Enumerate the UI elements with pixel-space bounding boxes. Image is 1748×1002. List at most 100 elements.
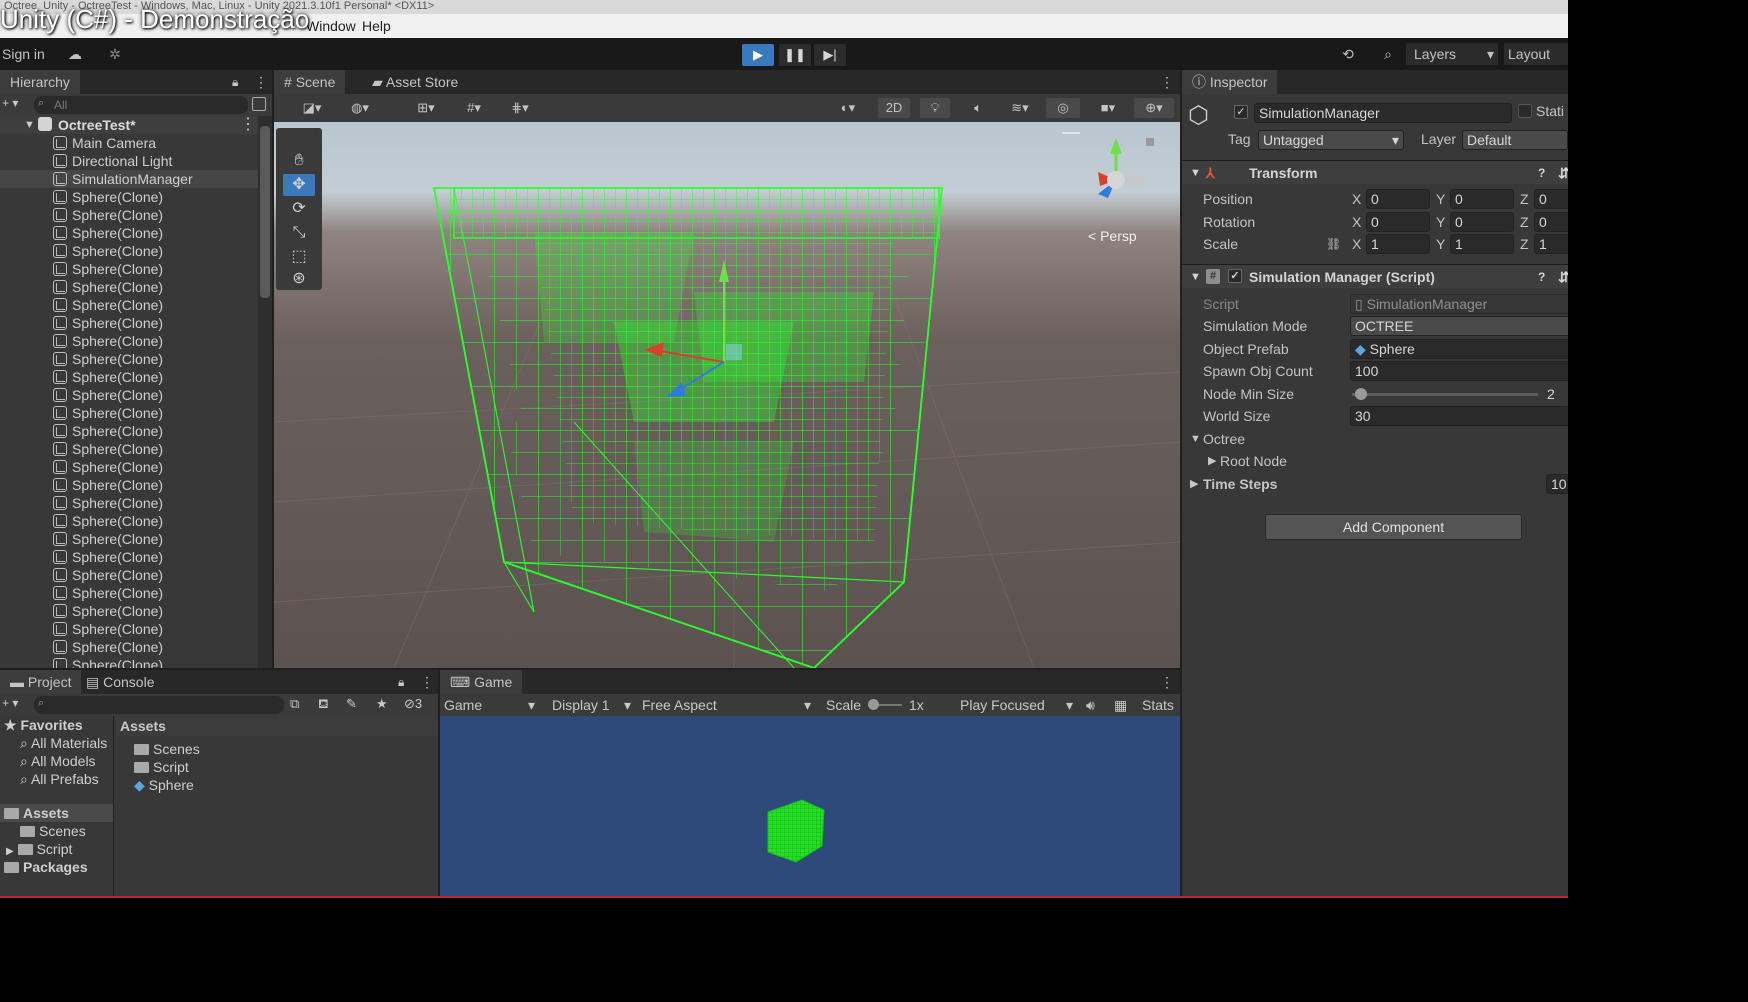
persp-label[interactable]: < Persp bbox=[1088, 228, 1137, 244]
asset-scenes[interactable]: Scenes bbox=[134, 740, 200, 758]
tab-inspector[interactable]: ⓘ Inspector bbox=[1182, 70, 1278, 94]
world-size-input[interactable]: 30 bbox=[1350, 406, 1568, 426]
expand-arrow-icon[interactable]: ▶ bbox=[1208, 450, 1216, 472]
hierarchy-item[interactable]: Sphere(Clone) bbox=[0, 476, 258, 494]
hierarchy-item[interactable]: Sphere(Clone) bbox=[0, 458, 258, 476]
hierarchy-item[interactable]: SimulationManager bbox=[0, 170, 258, 188]
hierarchy-item[interactable]: Sphere(Clone) bbox=[0, 386, 258, 404]
rect-tool-icon[interactable]: ⬚ bbox=[283, 246, 315, 268]
fold-arrow-icon[interactable]: ▼ bbox=[1190, 428, 1201, 450]
hierarchy-item[interactable]: Sphere(Clone) bbox=[0, 638, 258, 656]
draw-mode-icon[interactable]: ◪▾ bbox=[294, 98, 330, 118]
add-dropdown[interactable]: + ▾ bbox=[2, 696, 18, 710]
star-icon[interactable]: ★ bbox=[376, 696, 388, 712]
toggle-2d-button[interactable]: 2D bbox=[878, 98, 910, 118]
cloud-icon[interactable]: ☁ bbox=[62, 43, 88, 65]
expand-arrow-icon[interactable]: ▼ bbox=[24, 116, 35, 134]
object-name-input[interactable]: SimulationManager bbox=[1254, 103, 1512, 123]
hierarchy-item[interactable]: Directional Light bbox=[0, 152, 258, 170]
kebab-menu-icon[interactable]: ⋮ bbox=[420, 670, 434, 694]
tab-project[interactable]: ▬ Project bbox=[0, 670, 82, 694]
game-viewport[interactable] bbox=[440, 716, 1180, 898]
hierarchy-item[interactable]: Sphere(Clone) bbox=[0, 530, 258, 548]
hierarchy-item[interactable]: Sphere(Clone) bbox=[0, 278, 258, 296]
orientation-gizmo[interactable]: < Persp bbox=[1074, 132, 1164, 244]
asset-sphere[interactable]: ◆ Sphere bbox=[134, 776, 194, 794]
tab-hierarchy[interactable]: Hierarchy bbox=[0, 70, 80, 94]
node-min-size-value[interactable]: 2 bbox=[1547, 383, 1555, 405]
expand-arrow-icon[interactable]: ▶ bbox=[1190, 473, 1198, 495]
help-icon[interactable]: ? bbox=[1538, 161, 1545, 185]
asset-script[interactable]: Script bbox=[134, 758, 189, 776]
grid-icon[interactable]: #▾ bbox=[454, 98, 494, 118]
scrollbar-thumb[interactable] bbox=[260, 126, 270, 298]
scale-x-input[interactable]: 1 bbox=[1366, 234, 1430, 254]
kebab-menu-icon[interactable]: ⋮ bbox=[1160, 70, 1174, 94]
project-search-input[interactable] bbox=[34, 696, 284, 714]
position-y-input[interactable]: 0 bbox=[1450, 189, 1514, 209]
tab-console[interactable]: ▤ Console bbox=[76, 670, 165, 694]
scale-tool-icon[interactable]: ⤡ bbox=[283, 222, 315, 244]
display-dropdown[interactable]: Display 1 ▾ bbox=[552, 694, 631, 716]
settings-icon[interactable]: ⇵ bbox=[1558, 161, 1568, 185]
effects-icon[interactable]: ≋▾ bbox=[1000, 98, 1040, 118]
hidden-packages-toggle[interactable]: ⊘3 bbox=[404, 696, 422, 712]
keyboard-shortcuts-icon[interactable]: ▦ bbox=[1114, 694, 1127, 716]
scene-viewport[interactable]: < Persp bbox=[274, 122, 1180, 668]
link-icon[interactable]: ⛓︎ bbox=[1326, 233, 1341, 255]
fav-all-models[interactable]: ⌕ All Models bbox=[20, 752, 96, 770]
kebab-menu-icon[interactable]: ⋮ bbox=[240, 116, 256, 134]
play-focused-dropdown[interactable]: Play Focused ▾ bbox=[960, 694, 1073, 716]
hierarchy-item[interactable]: Sphere(Clone) bbox=[0, 620, 258, 638]
hierarchy-item[interactable]: Sphere(Clone) bbox=[0, 422, 258, 440]
tab-scene[interactable]: # Scene bbox=[274, 70, 346, 94]
simulation-mode-dropdown[interactable]: OCTREE bbox=[1350, 316, 1568, 336]
play-button[interactable]: ▶ bbox=[742, 44, 774, 66]
tab-asset-store[interactable]: ▰ Asset Store bbox=[362, 70, 468, 94]
hierarchy-search-input[interactable]: All bbox=[34, 96, 248, 114]
assets-breadcrumb[interactable]: Assets bbox=[116, 716, 438, 736]
rotate-tool-icon[interactable]: ⟳ bbox=[283, 198, 315, 220]
orientation-icon[interactable]: ◍▾ bbox=[340, 98, 380, 118]
mute-audio-icon[interactable]: 🔊︎ bbox=[1086, 694, 1095, 716]
rotation-z-input[interactable]: 0 bbox=[1534, 212, 1568, 232]
tree-assets-row[interactable]: Assets bbox=[0, 804, 113, 822]
lock-icon[interactable]: 🔒︎ bbox=[232, 70, 238, 94]
hierarchy-item[interactable]: Sphere(Clone) bbox=[0, 296, 258, 314]
settings-icon[interactable]: ⇵ bbox=[1558, 265, 1568, 289]
position-x-input[interactable]: 0 bbox=[1366, 189, 1430, 209]
tab-game[interactable]: ⌨︎ Game bbox=[440, 670, 523, 694]
hand-tool-icon[interactable]: ✋︎ bbox=[283, 150, 315, 172]
tag-dropdown[interactable]: Untagged ▾ bbox=[1258, 130, 1404, 150]
node-min-size-slider-knob[interactable] bbox=[1355, 388, 1368, 400]
grid-snap-icon[interactable]: ⊞▾ bbox=[406, 98, 446, 118]
script-component-header[interactable]: ▼ # ✓ Simulation Manager (Script) ? ⇵ bbox=[1182, 264, 1568, 288]
hierarchy-item[interactable]: Main Camera bbox=[0, 134, 258, 152]
transform-tool-icon[interactable]: ⊛ bbox=[283, 268, 315, 290]
menu-help[interactable]: Help bbox=[362, 14, 391, 38]
time-steps-count-input[interactable]: 10 bbox=[1546, 474, 1568, 494]
hierarchy-item[interactable]: Sphere(Clone) bbox=[0, 584, 258, 602]
scale-y-input[interactable]: 1 bbox=[1450, 234, 1514, 254]
kebab-menu-icon[interactable]: ⋮ bbox=[1160, 670, 1174, 694]
hierarchy-item[interactable]: Sphere(Clone) bbox=[0, 188, 258, 206]
layers-dropdown[interactable]: Layers ▾ bbox=[1406, 43, 1498, 65]
hierarchy-item[interactable]: Sphere(Clone) bbox=[0, 242, 258, 260]
collab-icon[interactable]: ✲ bbox=[104, 43, 126, 65]
fav-all-prefabs[interactable]: ⌕ All Prefabs bbox=[20, 770, 99, 788]
hierarchy-item[interactable]: Sphere(Clone) bbox=[0, 602, 258, 620]
history-icon[interactable]: ⟲ bbox=[1336, 43, 1360, 65]
octree-row[interactable]: ▼ Octree bbox=[1182, 428, 1568, 450]
audio-icon[interactable]: 🔈︎ bbox=[964, 98, 992, 118]
hierarchy-item[interactable]: Sphere(Clone) bbox=[0, 368, 258, 386]
hierarchy-item[interactable]: Sphere(Clone) bbox=[0, 512, 258, 530]
root-node-row[interactable]: ▶ Root Node bbox=[1182, 450, 1568, 472]
aspect-dropdown[interactable]: Free Aspect ▾ bbox=[642, 694, 811, 716]
hierarchy-item[interactable]: Sphere(Clone) bbox=[0, 260, 258, 278]
node-min-size-slider-track[interactable] bbox=[1352, 393, 1538, 396]
layout-dropdown[interactable]: Layout bbox=[1504, 43, 1568, 65]
pause-button[interactable]: ❚❚ bbox=[779, 44, 811, 66]
search-icon[interactable]: ⌕ bbox=[1376, 43, 1400, 65]
overlay-handle-icon[interactable] bbox=[1062, 132, 1080, 134]
hierarchy-item[interactable]: Sphere(Clone) bbox=[0, 206, 258, 224]
